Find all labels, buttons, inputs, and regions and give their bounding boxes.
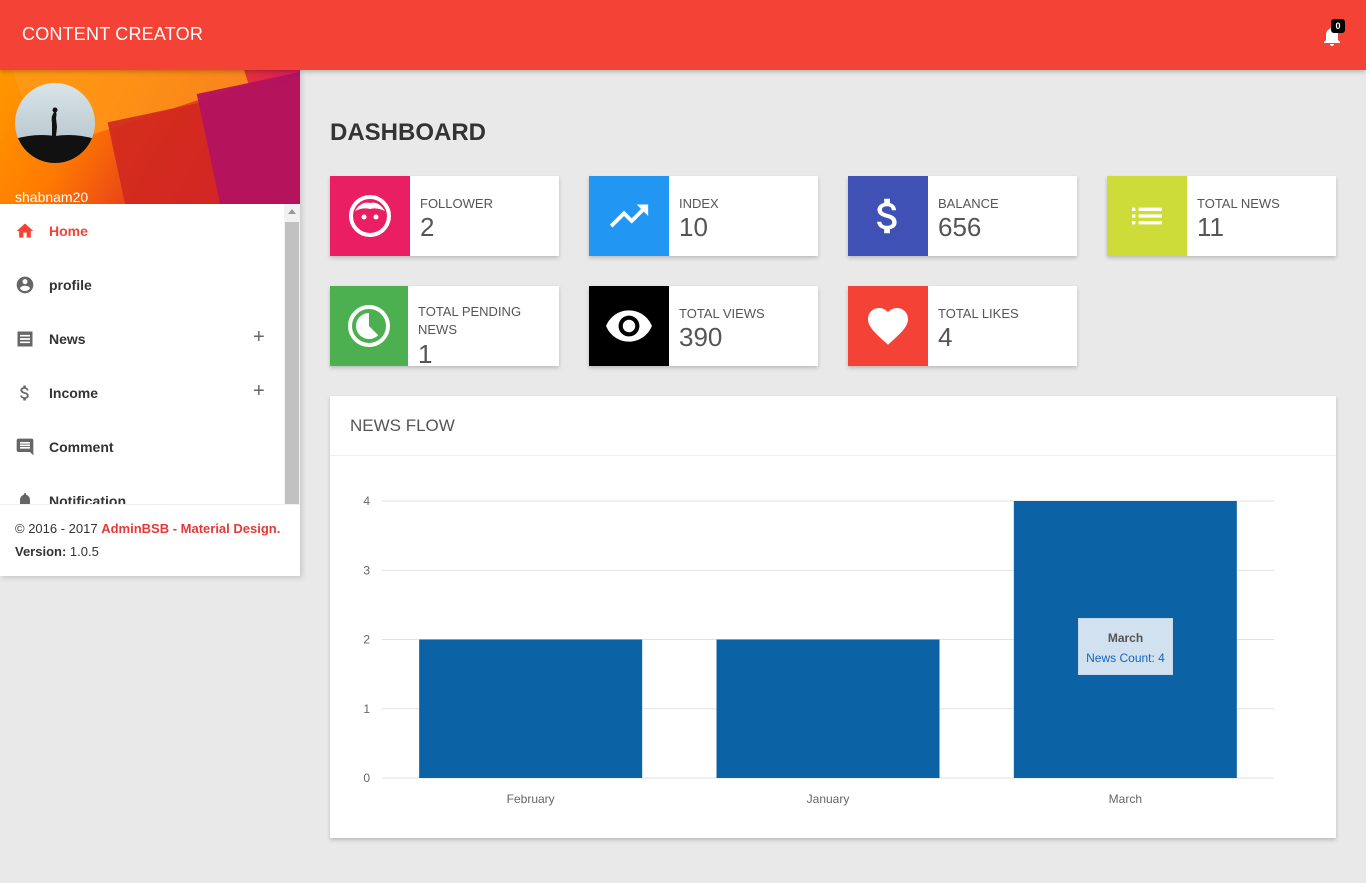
sidebar-menu: Home profile News + Income + Comment Not… (0, 204, 300, 504)
account-circle-icon (15, 275, 35, 295)
chart-bar (419, 639, 643, 778)
info-box-balance[interactable]: BALANCE 656 (848, 176, 1077, 256)
version-value: 1.0.5 (66, 544, 99, 559)
info-box-label: BALANCE (938, 196, 999, 211)
avatar[interactable] (15, 83, 95, 163)
x-tick-label: March (1109, 792, 1142, 806)
y-tick-label: 1 (363, 702, 370, 716)
timelapse-icon (330, 286, 408, 366)
sidebar-item-notification[interactable]: Notification (0, 474, 284, 504)
copyright-prefix: © 2016 - 2017 (15, 521, 102, 536)
x-tick-label: February (507, 792, 555, 806)
bell-icon (15, 491, 35, 504)
y-tick-label: 4 (363, 494, 370, 508)
info-box-label: TOTAL VIEWS (679, 306, 765, 321)
dollar-icon (848, 176, 928, 256)
scrollbar-thumb[interactable] (285, 222, 299, 504)
y-tick-label: 2 (363, 633, 370, 647)
info-box-label: TOTAL NEWS (1197, 196, 1280, 211)
info-box-follower[interactable]: FOLLOWER 2 (330, 176, 559, 256)
info-box-label: TOTAL PENDING NEWS (418, 304, 522, 337)
list-icon (1107, 176, 1187, 256)
news-flow-chart: 0 1 2 3 4 February January March (363, 494, 1274, 806)
y-tick-label: 0 (363, 771, 370, 785)
sidebar-item-label: profile (49, 277, 92, 293)
info-box-value: 4 (938, 322, 953, 352)
brand-title[interactable]: CONTENT CREATOR (22, 24, 203, 45)
sidebar-item-label: News (49, 331, 86, 347)
sidebar-item-label: Income (49, 385, 99, 401)
copyright-link[interactable]: AdminBSB - Material Design. (101, 521, 280, 536)
notification-count-badge: 0 (1331, 19, 1345, 33)
info-box-total-pending-news[interactable]: TOTAL PENDING NEWS 1 (330, 286, 559, 369)
page-title: DASHBOARD (330, 119, 486, 146)
home-icon (15, 221, 35, 241)
info-box-total-news[interactable]: TOTAL NEWS 11 (1107, 176, 1336, 256)
sidebar-item-label: Comment (49, 439, 114, 455)
comment-icon (15, 437, 35, 457)
eye-icon (589, 286, 669, 366)
chart-tooltip: March News Count: 4 (1078, 618, 1173, 675)
version-label: Version: (15, 544, 67, 559)
info-box-value: 2 (420, 212, 435, 242)
left-sidebar: shabnam20 Home profile News + Income + C… (0, 70, 300, 576)
tooltip-title: March (1107, 631, 1144, 645)
sidebar-item-label: Notification (49, 493, 126, 504)
x-tick-label: January (807, 792, 850, 806)
sidebar-scrollbar[interactable] (284, 204, 300, 504)
list-icon (15, 329, 35, 349)
top-navbar: CONTENT CREATOR 0 (0, 0, 1366, 70)
info-box-index[interactable]: INDEX 10 (589, 176, 818, 256)
sidebar-footer: © 2016 - 2017 AdminBSB - Material Design… (0, 504, 300, 576)
sidebar-item-home[interactable]: Home (0, 204, 284, 258)
scroll-up-arrow-icon[interactable] (288, 209, 296, 214)
info-box-label: INDEX (679, 196, 719, 211)
info-box-value: 11 (1197, 212, 1224, 242)
heart-icon (848, 286, 928, 366)
copyright-text: © 2016 - 2017 AdminBSB - Material Design… (15, 521, 285, 536)
dollar-icon (15, 383, 35, 403)
card-title: NEWS FLOW (330, 396, 1336, 456)
info-box-label: TOTAL LIKES (938, 306, 1019, 321)
chart-bar (716, 639, 940, 778)
info-box-total-views[interactable]: TOTAL VIEWS 390 (589, 286, 818, 366)
sidebar-item-profile[interactable]: profile (0, 258, 284, 312)
username[interactable]: shabnam20 (15, 189, 88, 204)
y-tick-label: 3 (363, 563, 370, 577)
face-icon (330, 176, 410, 256)
sidebar-item-news[interactable]: News + (0, 312, 284, 366)
info-box-value: 656 (938, 212, 982, 242)
user-info-panel: shabnam20 (0, 70, 300, 204)
sidebar-item-income[interactable]: Income + (0, 366, 284, 420)
info-box-value: 1 (418, 339, 433, 369)
expand-plus-icon[interactable]: + (253, 381, 265, 401)
info-box-total-likes[interactable]: TOTAL LIKES 4 (848, 286, 1077, 366)
version-text: Version: 1.0.5 (15, 544, 285, 559)
info-box-label: FOLLOWER (420, 196, 493, 211)
info-box-value: 10 (679, 212, 708, 242)
trending-up-icon (589, 176, 669, 256)
sidebar-item-comment[interactable]: Comment (0, 420, 284, 474)
sidebar-item-label: Home (49, 223, 88, 239)
info-box-value: 390 (679, 322, 723, 352)
tooltip-value: News Count: 4 (1086, 651, 1165, 665)
news-flow-card: NEWS FLOW 0 1 2 3 4 February January March (330, 396, 1336, 838)
expand-plus-icon[interactable]: + (253, 327, 265, 347)
